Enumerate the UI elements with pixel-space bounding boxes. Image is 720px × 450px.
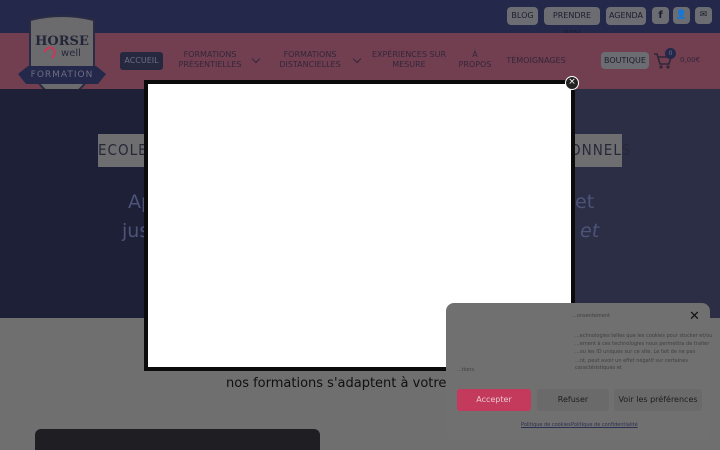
hero-title-box-left: ECOLE — [98, 134, 147, 167]
blog-button[interactable]: BLOG — [507, 7, 538, 25]
facebook-icon[interactable]: f — [652, 7, 669, 24]
cookie-header: ...onsentement — [572, 313, 610, 319]
cart-total: 0,00€ — [680, 56, 701, 64]
user-icon[interactable]: 👤 — [673, 7, 690, 24]
prendre-rdv-button[interactable]: PRENDRE RDV — [544, 7, 600, 38]
logo-well-text: well — [61, 48, 81, 59]
agenda-button[interactable]: AGENDA — [606, 7, 646, 25]
cart[interactable]: 0 0,00€ — [653, 48, 705, 72]
nav-label: DISTANCIELLES — [279, 60, 341, 69]
hero-text-line1-right: et — [575, 191, 595, 213]
section-tagline: nos formations s'adaptent à votre — [226, 376, 447, 391]
cart-count-badge: 0 — [665, 48, 676, 59]
logo-formation-text: FORMATION — [30, 70, 94, 80]
hero-title-box-right: ONNELS — [570, 134, 630, 167]
mail-icon[interactable]: ✉ — [695, 7, 712, 24]
nav-accueil[interactable]: ACCUEIL — [120, 52, 163, 70]
cookie-policy-link[interactable]: Politique de cookies — [521, 422, 571, 428]
content-image — [35, 429, 320, 450]
cookie-body-line: ...nt, peut avoir un effet négatif sur c… — [575, 358, 688, 371]
accept-cookies-button[interactable]: Accepter — [457, 389, 531, 411]
cookie-body-line: ...ement à ces technologies nous permett… — [575, 341, 710, 347]
nav-a-propos[interactable]: À PROPOS — [455, 50, 495, 70]
close-icon[interactable]: × — [565, 76, 579, 90]
cookie-body-line: ...echnologies telles que les cookies po… — [575, 333, 713, 339]
nav-label: MESURE — [392, 60, 426, 69]
nav-label: FORMATIONS — [283, 50, 337, 59]
cookie-preferences-button[interactable]: Voir les préférences — [614, 389, 702, 411]
nav-label: FORMATIONS — [183, 50, 237, 59]
nav-experiences-sur-mesure[interactable]: EXPÉRIENCES SUR MESURE — [370, 50, 448, 70]
nav-temoignages[interactable]: TÉMOIGNAGES — [502, 56, 570, 66]
refuse-cookies-button[interactable]: Refuser — [537, 389, 609, 411]
nav-label: PRÉSENTIELLES — [178, 60, 242, 69]
cookie-close-icon[interactable]: ✕ — [689, 309, 700, 324]
hero-text-line2-right: et — [580, 220, 600, 242]
nav-label: À — [472, 50, 478, 59]
cookie-body-line: ...ou les ID uniques sur ce site. Le fai… — [575, 349, 696, 355]
logo-horse-text: HORSE — [35, 34, 89, 49]
nav-formations-presentielles[interactable]: FORMATIONS PRÉSENTIELLES — [176, 50, 244, 70]
nav-label: PROPOS — [458, 60, 492, 69]
cookie-consent-banner — [446, 303, 710, 441]
nav-label: EXPÉRIENCES SUR — [371, 50, 447, 59]
nav-formations-distancielles[interactable]: FORMATIONS DISTANCIELLES — [276, 50, 344, 70]
boutique-button[interactable]: BOUTIQUE — [601, 52, 649, 69]
privacy-policy-link[interactable]: Politique de confidentialité — [571, 422, 638, 428]
cookie-body-line: ...tions. — [457, 367, 476, 373]
